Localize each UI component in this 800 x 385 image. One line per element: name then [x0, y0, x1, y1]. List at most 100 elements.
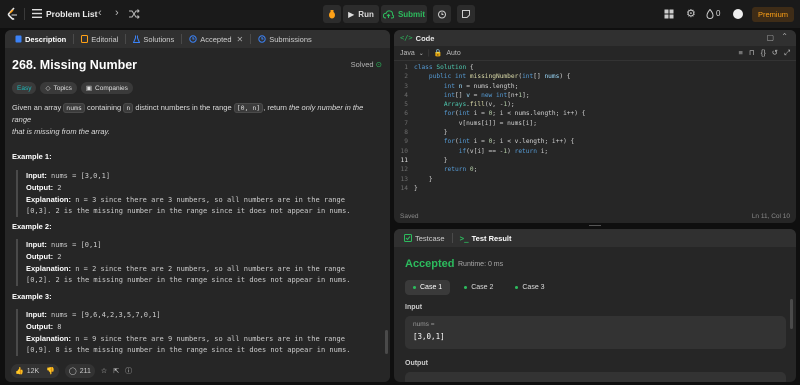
example-output: 8 — [53, 323, 62, 331]
pass-dot-icon — [413, 286, 416, 289]
help-icon[interactable]: ⓘ — [125, 366, 132, 376]
example-output: 2 — [53, 184, 62, 192]
maximize-icon[interactable]: ▢ — [766, 33, 774, 42]
premium-button[interactable]: Premium — [752, 7, 794, 22]
flame-icon[interactable] — [706, 9, 714, 19]
companies-label: Companies — [95, 84, 128, 92]
streak-count: 0 — [716, 9, 721, 18]
divider — [125, 34, 127, 44]
debug-button[interactable] — [323, 5, 341, 23]
thumbs-down-icon[interactable]: 👎 — [46, 367, 55, 375]
inline-code: [0, n] — [233, 103, 264, 113]
description-footer: 👍 12K 👎 ◯ 211 ☆ ⇱ ⓘ — [5, 360, 390, 382]
statement-text: , return — [263, 103, 290, 112]
scrollbar[interactable] — [790, 299, 793, 329]
tab-label: Accepted — [200, 34, 232, 44]
close-icon[interactable]: ✕ — [237, 35, 244, 44]
topics-tag[interactable]: ◇ Topics — [40, 82, 77, 94]
case-tab[interactable]: Case 3 — [507, 280, 552, 295]
leetcode-logo-icon[interactable] — [7, 7, 19, 21]
example-explanation: [0,9]. 8 is the missing number in the ra… — [26, 346, 351, 354]
language-select[interactable]: Java — [400, 50, 415, 57]
comments-button[interactable]: ◯ 211 — [64, 364, 95, 378]
example-explanation: [0,2]. 2 is the missing number in the ra… — [26, 276, 351, 284]
submit-button[interactable]: Submit — [381, 5, 427, 23]
lock-icon: ▣ — [85, 85, 93, 92]
star-icon[interactable]: ☆ — [101, 367, 107, 375]
lock-icon: 🔒 — [433, 50, 443, 57]
example-block: Input: nums = [0,1] Output: 2 Explanatio… — [16, 239, 384, 286]
description-tabs: Description Editorial Solutions Accepted… — [5, 30, 390, 48]
code-editor[interactable]: 1 class Solution { 2 public int missingNu… — [394, 64, 796, 194]
bug-icon — [329, 10, 335, 19]
tab-label: Description — [25, 34, 67, 44]
share-icon[interactable]: ⇱ — [113, 367, 119, 375]
difficulty-badge[interactable]: Easy — [12, 82, 37, 94]
tab-test-result[interactable]: >_ Test Result — [456, 234, 516, 243]
tab-submissions[interactable]: Submissions — [254, 35, 316, 44]
variable-value: [3,0,1] — [413, 332, 445, 341]
companies-tag[interactable]: ▣ Companies — [80, 82, 133, 94]
shuffle-icon[interactable] — [129, 9, 140, 19]
reset-icon[interactable]: ↺ — [772, 48, 778, 58]
code-header: </> Code ▢ ⌃ — [394, 30, 796, 46]
tab-accepted[interactable]: Accepted ✕ — [185, 35, 247, 44]
problem-header: 268. Missing Number — [12, 58, 382, 72]
tab-testcase[interactable]: Testcase — [400, 234, 449, 243]
format-braces-icon[interactable]: {} — [761, 48, 766, 58]
topics-label: Topics — [53, 84, 72, 92]
history-icon — [189, 35, 197, 43]
code-line: 2 public int missingNumber(int[] nums) { — [404, 73, 571, 81]
code-toolbar: Java ⌄ | 🔒 Auto ≡ ⊓ {} ↺ ⤢ — [394, 46, 796, 61]
description-panel: Description Editorial Solutions Accepted… — [5, 30, 390, 382]
code-line: 1 class Solution { — [404, 64, 474, 71]
mode-label[interactable]: Auto — [446, 50, 460, 57]
avatar[interactable] — [733, 9, 743, 19]
example-input: nums = [0,1] — [46, 241, 102, 249]
bookmark-icon[interactable]: ⊓ — [749, 48, 755, 58]
example-input: nums = [3,0,1] — [46, 172, 111, 180]
code-tab-label[interactable]: Code — [416, 34, 435, 43]
explanation-label: Explanation: — [26, 334, 72, 343]
example-block: Input: nums = [9,6,4,2,3,5,7,0,1] Output… — [16, 309, 384, 356]
inline-code: n — [123, 103, 134, 113]
note-icon[interactable]: ≡ — [738, 48, 742, 58]
prev-problem-icon[interactable]: ‹ — [98, 7, 102, 19]
fullscreen-icon[interactable]: ⤢ — [784, 48, 790, 58]
chevron-down-icon: ⌄ — [418, 50, 424, 57]
tab-solutions[interactable]: Solutions — [129, 35, 178, 44]
problem-list-link[interactable]: Problem List — [46, 9, 97, 19]
output-label: Output: — [26, 183, 54, 192]
thumbs-up-icon: 👍 — [15, 368, 24, 375]
scrollbar[interactable] — [385, 330, 388, 354]
list-icon[interactable] — [32, 9, 42, 18]
statement-emphasis: that is missing from the array. — [12, 127, 110, 136]
collapse-icon[interactable]: ⌃ — [781, 32, 788, 41]
settings-gear-icon[interactable]: ⚙ — [686, 7, 696, 20]
layout-grid-icon[interactable] — [664, 9, 674, 19]
test-result-panel: Testcase >_ Test Result Accepted Runtime… — [394, 229, 796, 382]
case-label: Case 1 — [420, 284, 443, 291]
case-tab[interactable]: Case 2 — [456, 280, 501, 295]
panel-resize-handle[interactable] — [394, 224, 796, 228]
tab-label: Solutions — [143, 34, 175, 44]
timer-button[interactable] — [433, 5, 451, 23]
code-line: 4 int[] v = new int[n+1]; — [404, 91, 530, 99]
statement-text: distinct numbers in the range — [133, 103, 234, 112]
test-tabs: Testcase >_ Test Result — [394, 229, 796, 247]
like-button[interactable]: 👍 12K 👎 — [11, 364, 59, 378]
tab-description[interactable]: Description — [11, 35, 70, 44]
explanation-label: Explanation: — [26, 264, 72, 273]
case-tab[interactable]: Case 1 — [405, 280, 451, 295]
example-title: Example 2: — [12, 222, 52, 231]
case-tabs: Case 1 Case 2 Case 3 — [405, 280, 553, 295]
run-button[interactable]: ▶ Run — [343, 5, 379, 23]
problem-statement: Given an array nums containing n distinc… — [12, 102, 380, 138]
notes-button[interactable] — [457, 5, 475, 23]
code-line: 3 int n = nums.length; — [404, 82, 519, 90]
next-problem-icon[interactable]: › — [115, 7, 119, 19]
comment-icon: ◯ — [68, 368, 77, 375]
problem-title: 268. Missing Number — [12, 58, 138, 72]
tab-editorial[interactable]: Editorial — [77, 35, 122, 44]
saved-status: Saved — [400, 212, 419, 220]
